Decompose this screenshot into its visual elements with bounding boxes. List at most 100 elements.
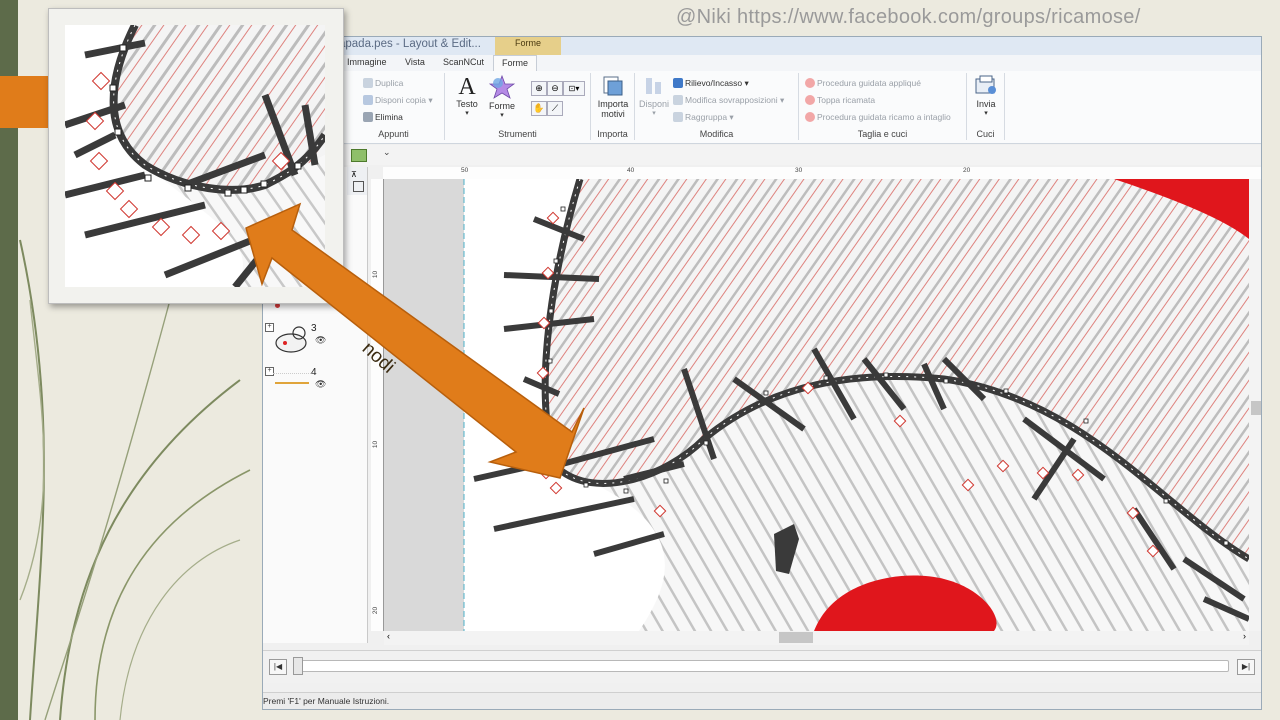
- zoom-fit-icon[interactable]: ⊡▾: [563, 81, 585, 96]
- stitch-simulator-bar: |◀ ▶|: [263, 650, 1261, 683]
- zoom-in-icon[interactable]: ⊕: [531, 81, 547, 96]
- layer-number: 4: [311, 367, 317, 378]
- send-to-machine-icon: [975, 75, 996, 94]
- panel-view-icon[interactable]: [353, 181, 364, 192]
- group-label-strumenti: Strumenti: [498, 129, 537, 139]
- pan-hand-icon[interactable]: ✋: [531, 101, 547, 116]
- measure-icon[interactable]: ⟋: [547, 101, 563, 116]
- group-icon: [673, 112, 683, 122]
- horizontal-scrollbar[interactable]: ‹ ›: [384, 631, 1249, 645]
- duplica-button[interactable]: Duplica: [363, 78, 403, 88]
- horizontal-scroll-thumb[interactable]: [779, 632, 813, 643]
- vertical-scroll-thumb[interactable]: [1251, 401, 1261, 415]
- chevron-down-icon: ▾: [652, 110, 656, 117]
- elimina-button[interactable]: Elimina: [363, 112, 403, 122]
- group-label-cuci: Cuci: [976, 129, 995, 139]
- group-label-appunti: Appunti: [378, 129, 409, 139]
- title-bar: apada.pes - Layout & Edit... Forme: [263, 37, 1261, 56]
- embroidery-thumbnail-icon: [275, 326, 307, 353]
- embroidery-design: [463, 179, 1249, 631]
- rilievo-label: Rilievo/Incasso: [685, 78, 743, 88]
- stitch-slider-track[interactable]: [299, 660, 1229, 672]
- context-tab-forme[interactable]: Forme: [495, 37, 561, 55]
- ruler-label: 50: [461, 167, 469, 174]
- vertical-scrollbar[interactable]: [1249, 179, 1261, 631]
- disponi-copia-button[interactable]: Disponi copia ▾: [363, 95, 433, 106]
- disponi-copia-label: Disponi copia: [375, 95, 427, 105]
- tab-immagine[interactable]: Immagine: [347, 57, 387, 67]
- group-label-taglia-cuci: Taglia e cuci: [857, 129, 908, 139]
- ruler-label: 20: [963, 167, 971, 174]
- layout-icon[interactable]: [351, 149, 367, 162]
- eye-icon[interactable]: 👁: [315, 335, 326, 346]
- importa-label: Importa: [597, 99, 629, 109]
- scroll-right-icon[interactable]: ›: [1243, 631, 1246, 641]
- ruler-label: 10: [372, 440, 380, 449]
- credit-text: @Niki https://www.facebook.com/groups/ri…: [676, 6, 1141, 28]
- elimina-label: Elimina: [375, 112, 403, 122]
- shapes-icon: [488, 74, 516, 99]
- emboss-icon: [673, 78, 683, 88]
- ruler-label: 20: [372, 606, 380, 615]
- forme-label: Forme: [488, 101, 515, 111]
- ruler-vertical: 10 10 20: [371, 179, 384, 631]
- chevron-down-icon: ▾: [984, 110, 988, 117]
- layer-thumbnail[interactable]: [273, 373, 311, 404]
- importa-motivi-button[interactable]: Importa motivi: [593, 75, 633, 119]
- tab-forme[interactable]: Forme: [493, 55, 538, 72]
- modifica-sovrapposizioni-button[interactable]: Modifica sovrapposizioni ▾: [673, 95, 784, 106]
- testo-label: Testo: [456, 99, 478, 109]
- ruler-label: 10: [372, 270, 380, 279]
- go-to-start-button[interactable]: |◀: [269, 659, 287, 675]
- group-taglia-cuci: Procedura guidata appliqué Toppa ricamat…: [799, 73, 967, 140]
- stitch-slider-thumb[interactable]: [293, 657, 303, 675]
- chevron-down-icon: ▾: [465, 110, 469, 117]
- group-label-importa: Importa: [597, 129, 628, 139]
- ruler-label: 30: [795, 167, 803, 174]
- scroll-left-icon[interactable]: ‹: [387, 631, 390, 641]
- layer-number: 3: [311, 323, 317, 334]
- arrange-copy-icon: [363, 95, 373, 105]
- group-label-modifica: Modifica: [699, 129, 734, 139]
- group-strumenti: A Testo ▾ Forme ▾ ⊕ ⊖ ⊡▾ ✋ ⟋ Strumenti: [445, 73, 591, 140]
- zoom-inset: [48, 8, 344, 304]
- group-cuci: Invia ▾ Cuci: [967, 73, 1005, 140]
- disponi-label: Disponi: [638, 99, 669, 109]
- testo-button[interactable]: A Testo ▾: [451, 75, 483, 117]
- tab-scanncut[interactable]: ScanNCut: [443, 57, 484, 67]
- group-appunti: Duplica Disponi copia ▾ Elimina Appunti: [343, 73, 445, 140]
- slide-orange-tab: [0, 76, 48, 128]
- ruler-label: 40: [627, 167, 635, 174]
- layer-thumbnail[interactable]: [273, 323, 311, 355]
- procedura-applique-button[interactable]: Procedura guidata appliqué: [805, 78, 921, 88]
- zoom-inset-image: [65, 25, 325, 287]
- forme-button[interactable]: Forme ▾: [485, 74, 519, 119]
- go-to-end-button[interactable]: ▶|: [1237, 659, 1255, 675]
- duplica-label: Duplica: [375, 78, 404, 88]
- zoom-out-icon[interactable]: ⊖: [547, 81, 563, 96]
- status-text: Premi 'F1' per Manuale Istruzioni.: [263, 696, 390, 706]
- dropdown-icon[interactable]: ⌄: [383, 147, 391, 158]
- chevron-down-icon: ▾: [500, 112, 504, 119]
- secondary-toolbar: ⌄: [343, 145, 1261, 165]
- overlap-icon: [673, 95, 683, 105]
- zoomed-nodes-view: [65, 25, 325, 287]
- disponi-button[interactable]: Disponi ▾: [637, 75, 671, 117]
- window-title: apada.pes - Layout & Edit...: [339, 38, 481, 50]
- pin-icon[interactable]: ⊼: [351, 170, 357, 179]
- raggruppa-button[interactable]: Raggruppa ▾: [673, 112, 734, 123]
- heart-icon: [805, 95, 815, 105]
- invia-label: Invia: [976, 99, 996, 109]
- rilievo-incasso-button[interactable]: Rilievo/Incasso ▾: [673, 78, 749, 89]
- eye-icon[interactable]: 👁: [315, 379, 326, 390]
- toppa-ricamata-button[interactable]: Toppa ricamata: [805, 95, 875, 105]
- tab-vista[interactable]: Vista: [405, 57, 425, 67]
- application-window: apada.pes - Layout & Edit... Forme Immag…: [262, 36, 1262, 710]
- duplicate-icon: [363, 78, 373, 88]
- invia-button[interactable]: Invia ▾: [969, 75, 1003, 117]
- raggruppa-label: Raggruppa: [685, 112, 728, 122]
- modifica-sovrapposizioni-label: Modifica sovrapposizioni: [685, 95, 778, 105]
- procedura-intaglio-button[interactable]: Procedura guidata ricamo a intaglio: [805, 112, 951, 122]
- ribbon-tabs: Immagine Vista ScanNCut Forme: [263, 55, 1261, 72]
- design-canvas[interactable]: [384, 179, 1249, 631]
